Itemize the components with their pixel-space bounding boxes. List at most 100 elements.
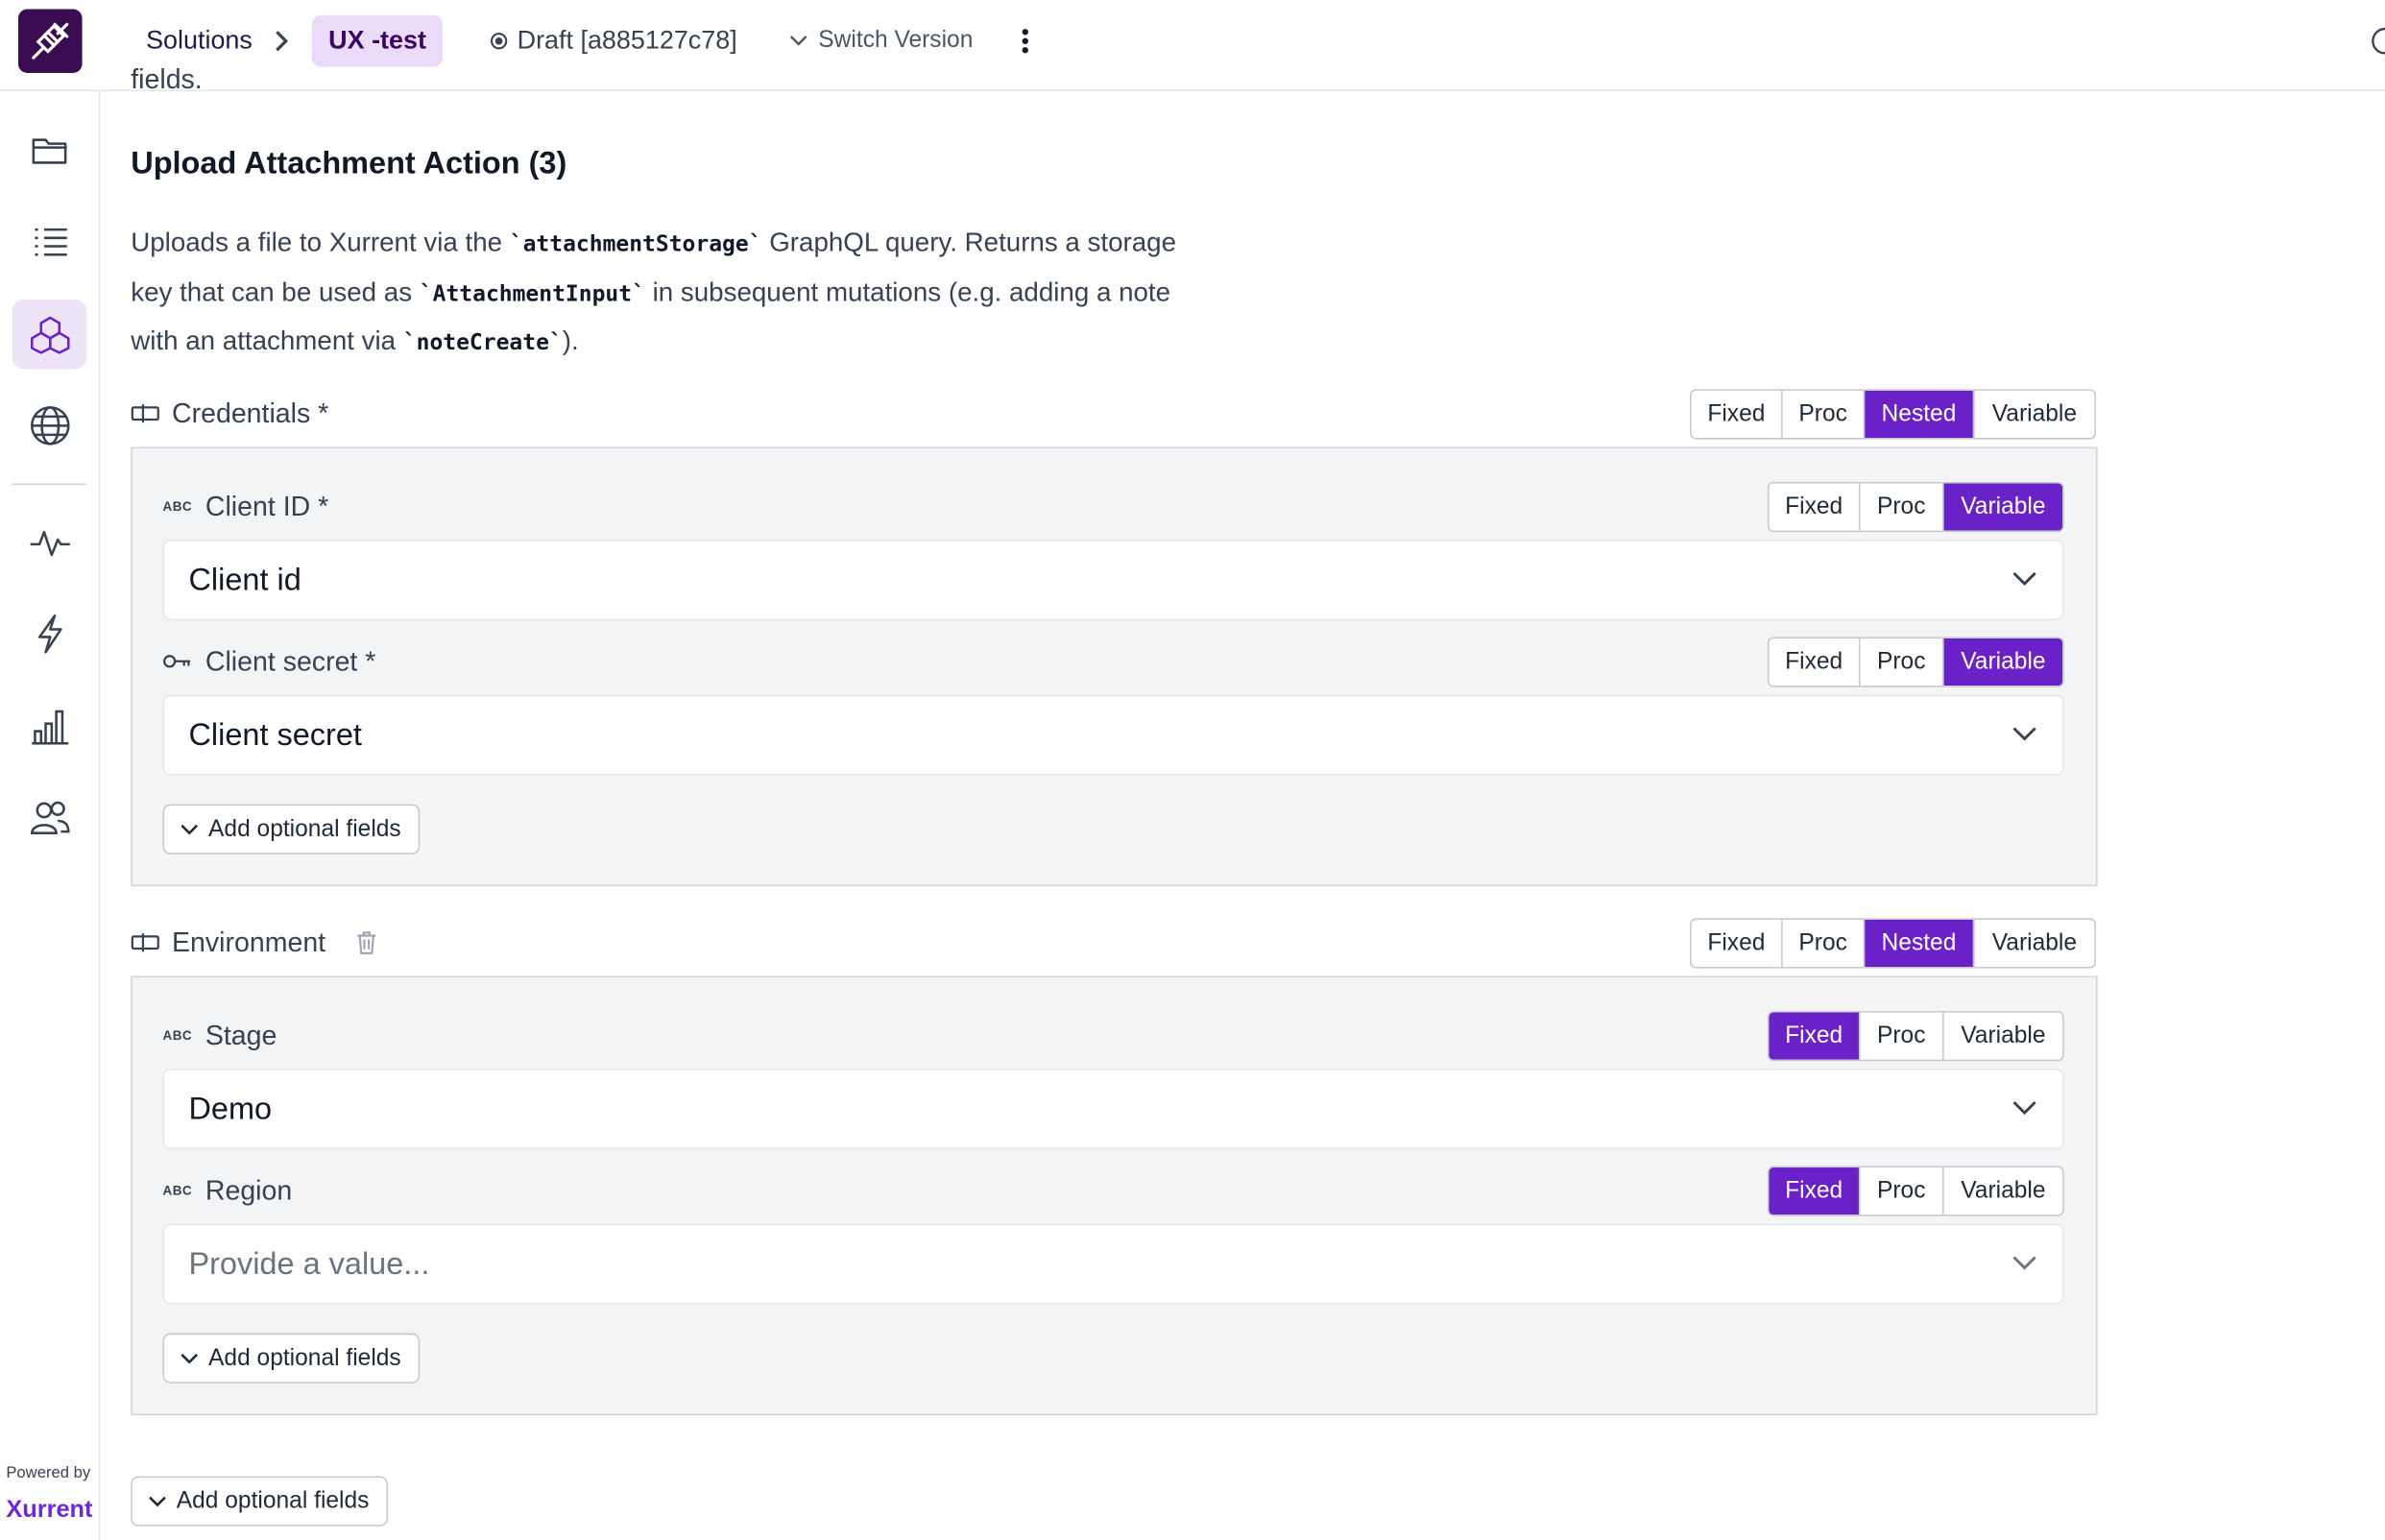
mode-proc-option[interactable]: Proc bbox=[1783, 390, 1866, 439]
credentials-mode-selector[interactable]: Fixed Proc Nested Variable bbox=[1690, 389, 2097, 440]
sidebar-item-triggers[interactable] bbox=[12, 599, 87, 669]
chevron-down-icon bbox=[2012, 1256, 2036, 1270]
lightning-icon bbox=[37, 614, 61, 654]
mode-proc-option[interactable]: Proc bbox=[1860, 483, 1944, 531]
sidebar-item-analytics[interactable] bbox=[12, 691, 87, 761]
main-content: fields. Upload Attachment Action (3) Upl… bbox=[131, 64, 2351, 1540]
trash-icon[interactable] bbox=[356, 930, 377, 954]
users-icon bbox=[30, 801, 69, 834]
sidebar: Powered by Xurrent bbox=[0, 91, 101, 1540]
bar-chart-icon bbox=[31, 710, 68, 745]
region-mode-selector[interactable]: Fixed Proc Variable bbox=[1767, 1166, 2064, 1216]
stage-value: Demo bbox=[188, 1091, 273, 1126]
text-type-badge: ABC bbox=[162, 1027, 193, 1044]
description-code: `AttachmentInput` bbox=[419, 281, 645, 307]
mode-fixed-option[interactable]: Fixed bbox=[1769, 1012, 1861, 1060]
mode-variable-option[interactable]: Variable bbox=[1944, 1167, 2063, 1215]
mode-proc-option[interactable]: Proc bbox=[1783, 919, 1866, 968]
switch-version-button[interactable]: Switch Version bbox=[788, 15, 973, 67]
user-menu-icon[interactable] bbox=[2370, 27, 2385, 56]
breadcrumb-chevron-right-icon bbox=[271, 15, 299, 67]
folder-icon bbox=[31, 138, 66, 164]
app-logo[interactable] bbox=[18, 9, 83, 74]
object-tag-icon bbox=[131, 933, 159, 952]
brand-name: Xurrent bbox=[6, 1497, 93, 1524]
region-placeholder: Provide a value... bbox=[188, 1245, 430, 1282]
sidebar-item-web[interactable] bbox=[12, 391, 87, 461]
chevron-down-icon bbox=[181, 824, 199, 835]
credentials-label: Credentials * bbox=[172, 397, 329, 428]
client-id-mode-selector[interactable]: Fixed Proc Variable bbox=[1767, 481, 2064, 533]
environment-add-optional-fields-button[interactable]: Add optional fields bbox=[162, 1333, 420, 1384]
environment-group-box: ABC Stage Fixed Proc Variable Demo ABC R… bbox=[131, 975, 2098, 1416]
mode-variable-option[interactable]: Variable bbox=[1944, 1013, 2063, 1060]
credentials-group-box: ABC Client ID * Fixed Proc Variable Clie… bbox=[131, 446, 2098, 887]
text-type-badge: ABC bbox=[162, 498, 193, 515]
sidebar-item-list[interactable] bbox=[12, 206, 87, 277]
sidebar-divider bbox=[12, 483, 87, 486]
mode-fixed-option[interactable]: Fixed bbox=[1769, 483, 1861, 531]
key-icon bbox=[162, 655, 191, 668]
breadcrumb-solutions[interactable]: Solutions bbox=[146, 15, 253, 67]
credentials-add-optional-fields-button[interactable]: Add optional fields bbox=[162, 804, 420, 854]
sidebar-item-users[interactable] bbox=[12, 782, 87, 853]
client-secret-select[interactable]: Client secret bbox=[162, 694, 2064, 776]
description-text: ). bbox=[562, 325, 579, 356]
sidebar-item-files[interactable] bbox=[12, 115, 87, 185]
add-optional-fields-label: Add optional fields bbox=[208, 1344, 401, 1371]
chevron-down-icon bbox=[2012, 571, 2036, 587]
radio-dot-icon bbox=[490, 33, 508, 50]
mode-variable-option[interactable]: Variable bbox=[1943, 638, 2063, 686]
client-id-label: Client ID * bbox=[205, 490, 329, 521]
mode-proc-option[interactable]: Proc bbox=[1860, 1167, 1944, 1215]
mode-variable-option[interactable]: Variable bbox=[1974, 920, 2094, 967]
client-id-label-row: ABC Client ID * bbox=[163, 482, 329, 531]
top-bar: Solutions UX -test Draft [a885127c78] Sw… bbox=[0, 0, 2385, 92]
client-id-value: Client id bbox=[188, 562, 301, 597]
cubes-icon bbox=[30, 316, 69, 354]
mode-variable-option[interactable]: Variable bbox=[1943, 483, 2063, 531]
mode-fixed-option[interactable]: Fixed bbox=[1692, 390, 1783, 439]
mode-fixed-option[interactable]: Fixed bbox=[1769, 638, 1861, 686]
credentials-group-header: Credentials * bbox=[131, 388, 328, 440]
globe-icon bbox=[30, 406, 69, 445]
sidebar-item-monitoring[interactable] bbox=[12, 508, 87, 578]
action-description: Uploads a file to Xurrent via the `attac… bbox=[131, 219, 1195, 367]
region-label-row: ABC Region bbox=[163, 1166, 293, 1215]
mode-variable-option[interactable]: Variable bbox=[1974, 391, 2094, 438]
more-options-kebab-icon[interactable] bbox=[1010, 15, 1041, 67]
action-section-title: Upload Attachment Action (3) bbox=[131, 146, 567, 181]
chevron-down-icon bbox=[181, 1353, 199, 1364]
client-secret-label-row: Client secret * bbox=[162, 637, 376, 686]
client-secret-mode-selector[interactable]: Fixed Proc Variable bbox=[1767, 637, 2064, 687]
mode-nested-option[interactable]: Nested bbox=[1865, 919, 1975, 968]
chevron-down-icon bbox=[2012, 727, 2036, 741]
region-select[interactable]: Provide a value... bbox=[162, 1223, 2064, 1305]
action-add-optional-fields-button[interactable]: Add optional fields bbox=[131, 1476, 388, 1527]
breadcrumb-current-solution[interactable]: UX -test bbox=[311, 14, 444, 67]
description-text: Uploads a file to Xurrent via the bbox=[131, 226, 510, 257]
add-optional-fields-label: Add optional fields bbox=[208, 815, 401, 842]
stage-select[interactable]: Demo bbox=[162, 1069, 2064, 1150]
environment-mode-selector[interactable]: Fixed Proc Nested Variable bbox=[1690, 918, 2097, 969]
sidebar-item-solutions[interactable] bbox=[12, 299, 87, 370]
draft-label: Draft [a885127c78] bbox=[517, 25, 737, 56]
client-id-select[interactable]: Client id bbox=[162, 540, 2064, 621]
description-code: `attachmentStorage` bbox=[509, 232, 762, 257]
truncated-previous-text: fields. bbox=[131, 63, 203, 95]
stage-mode-selector[interactable]: Fixed Proc Variable bbox=[1767, 1010, 2064, 1062]
activity-icon bbox=[29, 530, 70, 557]
draft-version-indicator: Draft [a885127c78] bbox=[490, 15, 737, 67]
mode-proc-option[interactable]: Proc bbox=[1860, 1012, 1944, 1060]
client-secret-label: Client secret * bbox=[205, 645, 376, 676]
mode-fixed-option[interactable]: Fixed bbox=[1769, 1167, 1861, 1215]
mode-nested-option[interactable]: Nested bbox=[1865, 390, 1975, 439]
add-optional-fields-label: Add optional fields bbox=[176, 1487, 370, 1514]
object-tag-icon bbox=[131, 404, 159, 423]
mode-fixed-option[interactable]: Fixed bbox=[1692, 919, 1783, 968]
mode-proc-option[interactable]: Proc bbox=[1860, 638, 1944, 686]
plug-logo-icon bbox=[32, 22, 69, 60]
environment-label: Environment bbox=[172, 926, 326, 957]
environment-group-header: Environment bbox=[131, 917, 377, 969]
stage-label-row: ABC Stage bbox=[163, 1011, 277, 1060]
